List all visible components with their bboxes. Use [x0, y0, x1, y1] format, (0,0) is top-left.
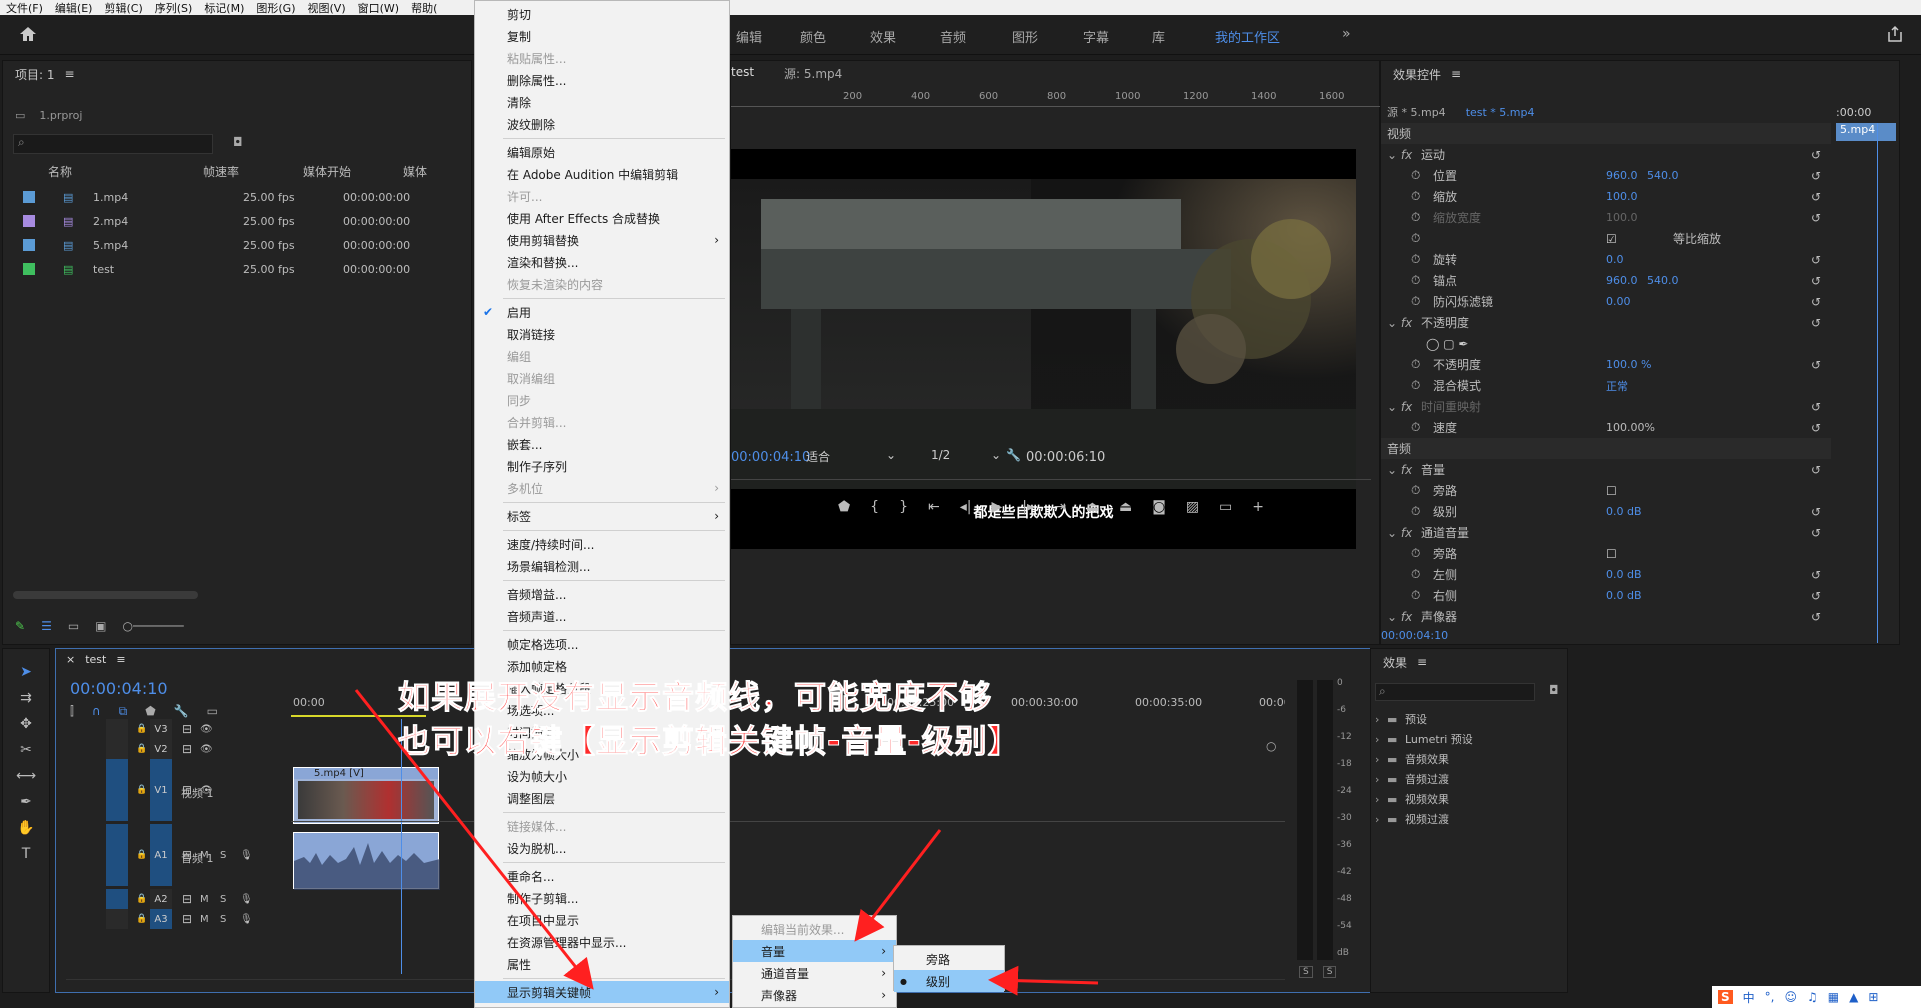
sogou-icon[interactable]: S — [1718, 990, 1733, 1004]
system-tray: S 中 °, ☺ ♫ ▦ ▲ ⊞ — [1712, 986, 1921, 1008]
keyboard-icon[interactable]: ▦ — [1828, 990, 1839, 1004]
annotation-arrows — [354, 689, 1099, 996]
mic-icon[interactable]: ♫ — [1807, 990, 1818, 1004]
ime-mode[interactable]: 中 — [1743, 989, 1755, 1006]
emoji-icon[interactable]: ☺ — [1785, 990, 1798, 1004]
punct-icon[interactable]: °, — [1765, 990, 1775, 1004]
toolbox-icon[interactable]: ⊞ — [1868, 990, 1878, 1004]
skin-icon[interactable]: ▲ — [1849, 990, 1858, 1004]
